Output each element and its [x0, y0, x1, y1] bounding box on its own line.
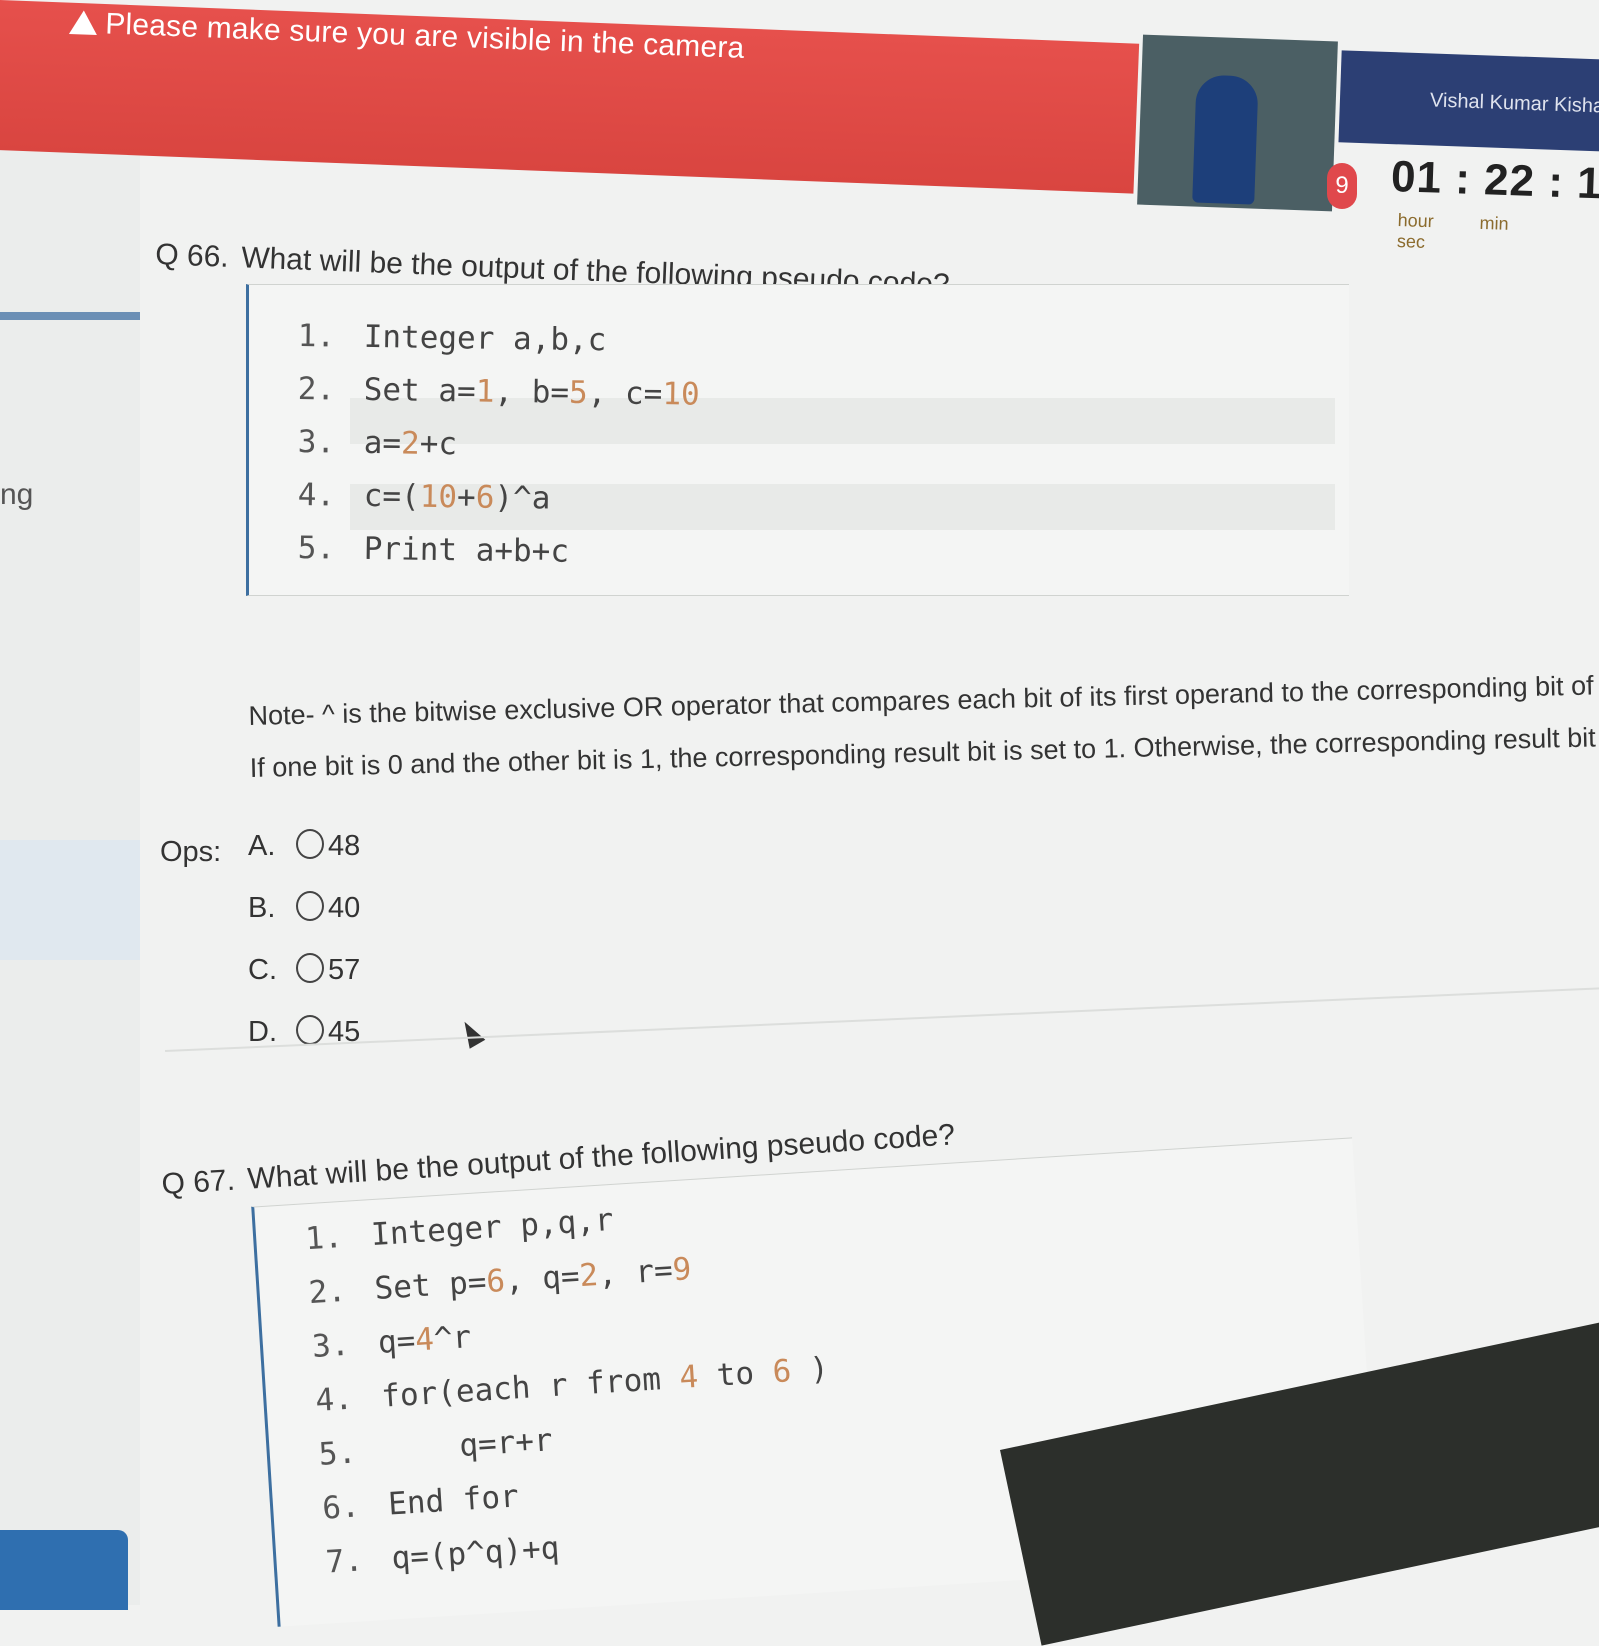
code-text: Set a=	[363, 371, 476, 410]
left-panel-button[interactable]	[0, 1530, 128, 1610]
left-panel-selected-item[interactable]	[0, 840, 140, 960]
code-text: a=	[363, 424, 402, 462]
code-text: ^r	[432, 1319, 473, 1358]
code-literal: 10	[419, 478, 458, 516]
option-a-value: 48	[328, 830, 361, 862]
timer-separator: :	[1547, 157, 1565, 208]
code-literal: 6	[771, 1353, 793, 1391]
code-line-number: 5.	[317, 1434, 358, 1473]
code-line-number: 2.	[297, 371, 336, 408]
option-c-radio[interactable]	[296, 953, 324, 984]
timer-label-sec: sec	[1396, 230, 1426, 252]
code-literal: 10	[662, 376, 700, 413]
option-c-value: 57	[328, 954, 361, 986]
option-a-radio[interactable]	[296, 829, 324, 860]
countdown-timer: 01 : 22 : 10	[1390, 152, 1599, 210]
question-count-badge: 9	[1327, 163, 1357, 209]
code-literal: 2	[578, 1257, 600, 1295]
option-b-value: 40	[328, 892, 361, 924]
q66-note: Note- ^ is the bitwise exclusive OR oper…	[248, 654, 1599, 794]
code-literal: 5	[568, 374, 588, 412]
code-line: 5. Print a+b+c	[297, 530, 569, 570]
code-line-number: 1.	[297, 318, 336, 355]
code-line-number: 1.	[304, 1218, 344, 1258]
q66-number: Q 66.	[154, 238, 230, 274]
webcam-preview	[1137, 34, 1338, 212]
q67-number: Q 67.	[160, 1163, 236, 1202]
code-text: Set p=	[373, 1264, 488, 1307]
code-line-number: 5.	[297, 530, 336, 567]
timer-hours: 01	[1390, 152, 1443, 203]
code-literal: 6	[475, 479, 495, 516]
left-panel-label: ng	[0, 478, 34, 511]
question-divider	[165, 986, 1599, 1052]
code-line-number: 6.	[321, 1488, 361, 1527]
code-line-number: 2.	[307, 1272, 348, 1312]
code-literal: 2	[400, 425, 420, 462]
code-line-number: 3.	[297, 424, 336, 461]
candidate-panel: Vishal Kumar Kishan	[1338, 50, 1599, 152]
code-line-number: 4.	[314, 1380, 354, 1419]
code-text: , c=	[587, 375, 663, 413]
option-d-radio[interactable]	[296, 1015, 324, 1046]
option-a-letter: A.	[248, 830, 276, 862]
timer-seconds: 10	[1576, 158, 1599, 210]
code-line: 2. Set a=1, b=5, c=10	[297, 371, 699, 413]
code-text: +c	[419, 425, 458, 463]
candidate-name: Vishal Kumar Kishan	[1429, 89, 1599, 118]
code-text: +	[456, 479, 476, 516]
code-text: c=(	[363, 477, 420, 515]
code-line: 1. Integer a,b,c	[297, 318, 606, 358]
code-literal: 9	[671, 1251, 693, 1289]
code-line: 4. c=(10+6)^a	[297, 477, 550, 517]
code-line: 3. a=2+c	[297, 424, 457, 462]
code-text: q=	[376, 1322, 417, 1361]
option-a[interactable]: A. 48	[248, 829, 361, 863]
option-b[interactable]: B. 40	[248, 891, 361, 925]
code-text: , r=	[597, 1252, 674, 1293]
code-line-number: 7.	[324, 1542, 365, 1581]
code-text: )	[790, 1350, 830, 1390]
option-b-radio[interactable]	[296, 891, 324, 922]
code-text: , b=	[494, 373, 570, 411]
webcam-person	[1192, 74, 1259, 205]
option-c[interactable]: C. 57	[248, 953, 361, 987]
timer-minutes: 22	[1483, 155, 1536, 206]
option-c-letter: C.	[248, 954, 277, 986]
code-text: )^a	[494, 479, 551, 517]
timer-labels: hour min sec	[1397, 210, 1599, 259]
code-literal: 6	[485, 1262, 507, 1300]
code-literal: 4	[414, 1321, 436, 1359]
code-text: to	[696, 1354, 774, 1395]
code-line-number: 3.	[311, 1326, 351, 1366]
option-b-letter: B.	[248, 892, 276, 924]
left-panel-highlight	[0, 312, 140, 320]
timer-label-min: min	[1479, 212, 1509, 234]
code-line-number: 4.	[297, 477, 336, 514]
code-literal: 1	[475, 373, 495, 410]
timer-separator: :	[1454, 154, 1472, 204]
code-text: Integer a,b,c	[363, 318, 607, 359]
code-text: Print a+b+c	[363, 530, 570, 570]
code-text: , q=	[503, 1258, 581, 1299]
warning-icon	[68, 9, 98, 36]
timer-label-hour: hour	[1397, 210, 1435, 232]
options-label: Ops:	[160, 836, 222, 868]
mouse-cursor-icon	[456, 1017, 486, 1049]
